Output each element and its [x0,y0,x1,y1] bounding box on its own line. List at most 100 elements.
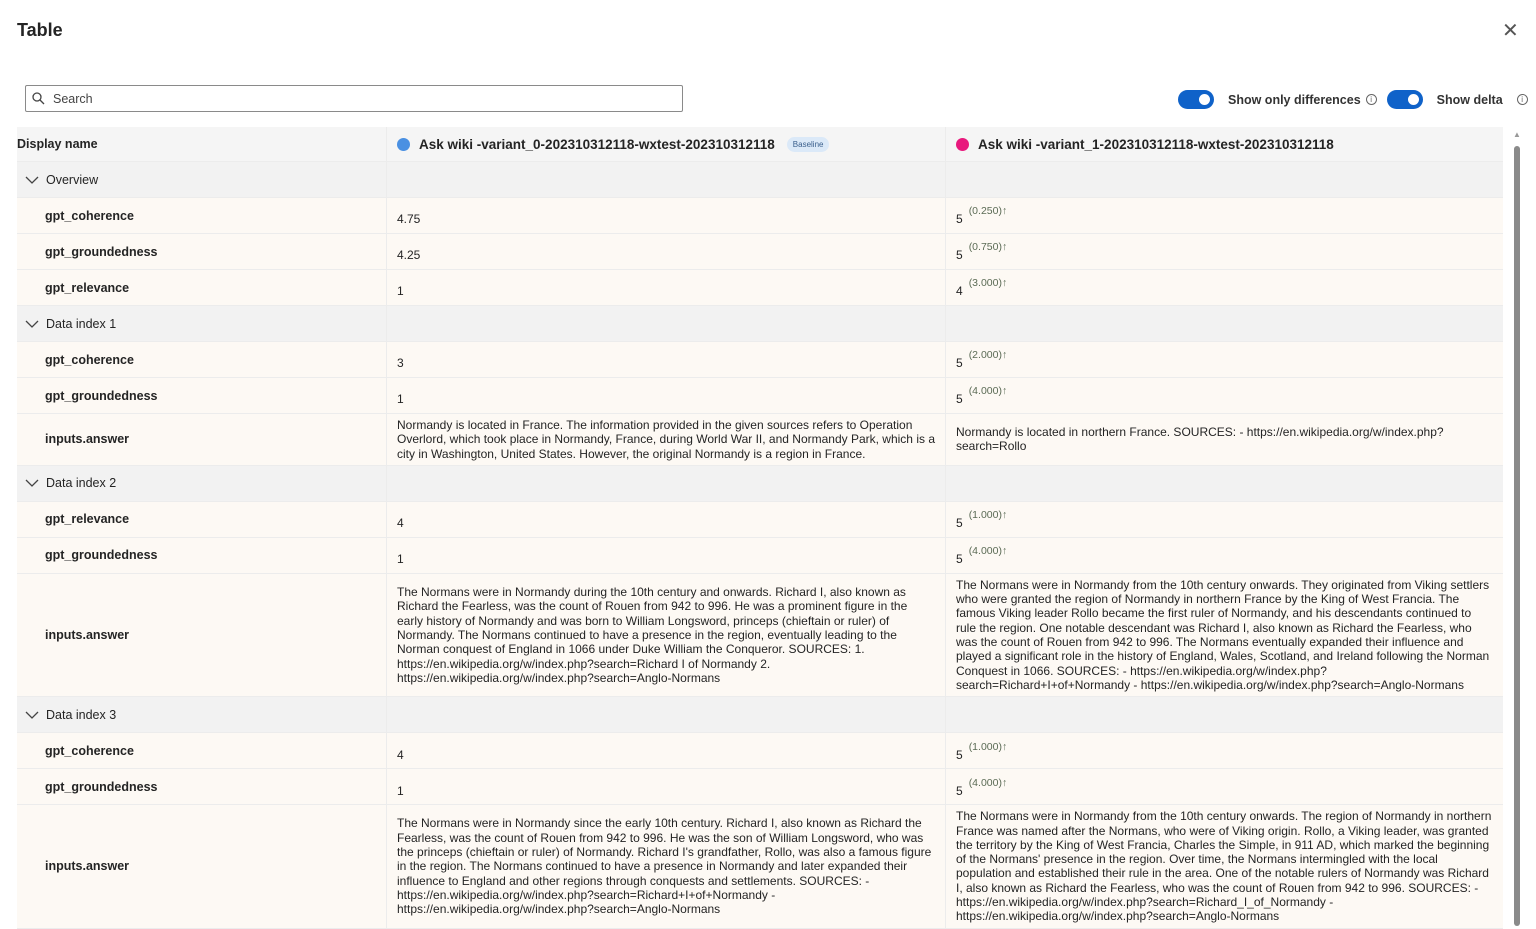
group-row[interactable]: Data index 2 [17,466,1503,502]
search-box[interactable] [25,85,683,112]
chevron-down-icon[interactable] [25,173,39,187]
dialog-title: Table [17,20,63,41]
table-header: Display name Ask wiki -variant_0-2023103… [17,127,1503,162]
close-icon[interactable]: ✕ [1502,18,1519,43]
group-label: Overview [46,173,98,187]
answer-text: The Normans were in Normandy from the 10… [956,809,1493,923]
table-row: inputs.answerThe Normans were in Normand… [17,574,1503,697]
answer-text: Normandy is located in northern France. … [956,425,1493,454]
table-row: gpt_groundedness15(4.000)↑ [17,378,1503,414]
variant-1-value: Normandy is located in northern France. … [946,414,1503,465]
variant-0-value: The Normans were in Normandy during the … [387,574,946,696]
variant-0-value: 4 [387,733,946,768]
delta-value: (4.000)↑ [969,544,1008,558]
search-icon [32,92,45,105]
variant-0-name: Ask wiki -variant_0-202310312118-wxtest-… [419,137,775,152]
table-row: gpt_groundedness 1 5 (4.000)↑ [17,769,1503,805]
group-toggle[interactable]: Data index 2 [17,466,387,501]
value-text: 5 [956,516,963,530]
table-row: gpt_groundedness15(4.000)↑ [17,538,1503,574]
metric-name: gpt_relevance [17,270,387,305]
value-text: 3 [397,356,404,370]
value-text: 1 [397,284,404,298]
variant-0-value: 1 [387,769,946,804]
value-text: 1 [397,552,404,566]
empty-cell [946,466,1503,501]
metric-name: gpt_coherence [17,342,387,377]
variant-0-color-dot [397,138,410,151]
value-text: 4 [397,748,404,762]
variant-1-value: The Normans were in Normandy from the 10… [946,805,1503,927]
scroll-up-icon[interactable]: ▲ [1512,130,1522,139]
metric-name: gpt_relevance [17,502,387,537]
metric-name: gpt_coherence [17,733,387,768]
chevron-down-icon[interactable] [25,476,39,490]
value-text: 4 [397,516,404,530]
variant-1-value: The Normans were in Normandy from the 10… [946,574,1503,696]
group-label: Data index 1 [46,317,116,331]
delta-value: (4.000)↑ [969,776,1008,790]
scrollbar[interactable]: ▲ [1512,130,1522,925]
metric-name: inputs.answer [17,414,387,465]
group-toggle[interactable]: Data index 3 [17,697,387,732]
answer-text: The Normans were in Normandy from the 10… [956,578,1493,692]
info-icon[interactable]: i [1366,94,1377,105]
value-text: 5 [956,212,963,226]
group-row[interactable]: Data index 3 [17,697,1503,733]
group-toggle[interactable]: Overview [17,162,387,197]
value-text: 1 [397,392,404,406]
delta-value: (1.000)↑ [969,740,1008,754]
empty-cell [387,306,946,341]
variant-1-name: Ask wiki -variant_1-202310312118-wxtest-… [978,137,1334,152]
table-row: inputs.answerThe Normans were in Normand… [17,805,1503,928]
value-text: 5 [956,748,963,762]
value-text: 5 [956,356,963,370]
metric-name: gpt_groundedness [17,378,387,413]
metric-name: inputs.answer [17,805,387,927]
empty-cell [946,162,1503,197]
group-toggle[interactable]: Data index 1 [17,306,387,341]
show-delta-toggle[interactable] [1387,90,1423,109]
variant-0-value: 1 [387,538,946,573]
table-row: gpt_relevance 1 4(3.000)↑ [17,270,1503,306]
value-text: 4.75 [397,212,420,226]
variant-0-value: 4 [387,502,946,537]
metric-name: inputs.answer [17,574,387,696]
baseline-badge: Baseline [787,137,830,152]
empty-cell [946,306,1503,341]
table-row: gpt_coherence4.755(0.250)↑ [17,198,1503,234]
delta-value: (0.750)↑ [969,240,1008,254]
group-row[interactable]: Overview [17,162,1503,198]
search-input[interactable] [53,92,682,106]
show-only-differences-toggle[interactable] [1178,90,1214,109]
variant-1-header: Ask wiki -variant_1-202310312118-wxtest-… [946,127,1503,161]
variant-1-value: 5 (1.000)↑ [946,502,1503,537]
value-text: 5 [956,784,963,798]
variant-0-value: 4.25 [387,234,946,269]
info-icon[interactable]: i [1517,94,1528,105]
variant-0-value: The Normans were in Normandy since the e… [387,805,946,927]
delta-value: (0.250)↑ [969,204,1008,218]
variant-1-value: 5 (0.250)↑ [946,198,1503,233]
variant-0-value: 3 [387,342,946,377]
value-text: 5 [956,392,963,406]
table-row: gpt_coherence35(2.000)↑ [17,342,1503,378]
answer-text: The Normans were in Normandy during the … [397,585,935,685]
empty-cell [387,162,946,197]
group-label: Data index 3 [46,708,116,722]
chevron-down-icon[interactable] [25,317,39,331]
metric-name: gpt_groundedness [17,769,387,804]
empty-cell [946,697,1503,732]
display-name-header: Display name [17,127,387,161]
chevron-down-icon[interactable] [25,708,39,722]
scrollbar-thumb[interactable] [1514,146,1520,926]
variant-0-value: Normandy is located in France. The infor… [387,414,946,465]
empty-cell [387,697,946,732]
value-text: 4.25 [397,248,420,262]
variant-1-value: 5(4.000)↑ [946,538,1503,573]
variant-1-value: 4(3.000)↑ [946,270,1503,305]
delta-value: (1.000)↑ [969,508,1008,522]
group-row[interactable]: Data index 1 [17,306,1503,342]
value-text: 1 [397,784,404,798]
table-row: gpt_coherence 4 5 (1.000)↑ [17,733,1503,769]
